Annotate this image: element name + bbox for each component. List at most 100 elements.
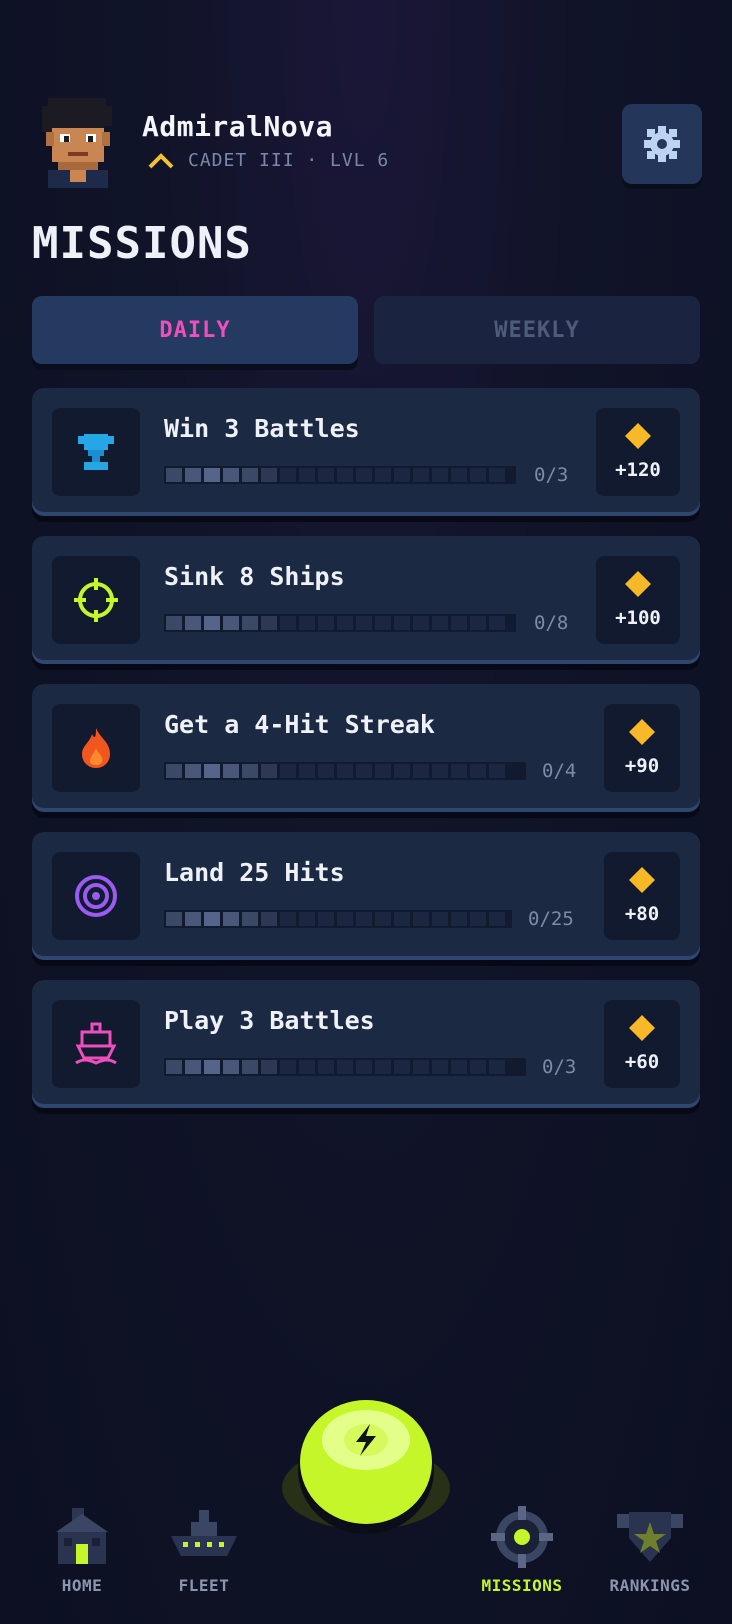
gem-icon <box>629 867 655 893</box>
progress-segment <box>204 616 220 630</box>
gem-icon <box>629 1015 655 1041</box>
mission-card[interactable]: Sink 8 Ships 0/8 +100 <box>32 536 700 660</box>
progress-segment <box>204 912 220 926</box>
progress-segment <box>413 616 429 630</box>
target-icon <box>75 875 117 917</box>
progress-segment <box>299 764 315 778</box>
progress-segment <box>185 1060 201 1074</box>
mission-reward: +100 <box>596 556 680 644</box>
progress-segment <box>318 912 334 926</box>
reward-value: +60 <box>624 1051 660 1073</box>
progress-segment <box>223 468 239 482</box>
mission-progress-bar <box>164 466 516 484</box>
gem-icon <box>625 571 651 597</box>
mission-icon-box <box>52 1000 140 1088</box>
missions-icon <box>491 1506 553 1568</box>
progress-segment <box>166 468 182 482</box>
mission-icon-box <box>52 704 140 792</box>
mission-title: Land 25 Hits <box>164 858 345 887</box>
progress-segment <box>261 616 277 630</box>
progress-segment <box>185 912 201 926</box>
mission-reward: +90 <box>604 704 680 792</box>
progress-segment <box>432 1060 448 1074</box>
mission-card[interactable]: Get a 4-Hit Streak 0/4 +90 <box>32 684 700 808</box>
play-battle-button[interactable] <box>282 1388 450 1538</box>
progress-segment <box>280 912 296 926</box>
progress-segment <box>261 764 277 778</box>
progress-segment <box>413 1060 429 1074</box>
progress-segment <box>470 1060 486 1074</box>
progress-segment <box>394 764 410 778</box>
progress-segment <box>242 616 258 630</box>
progress-segment <box>280 1060 296 1074</box>
progress-segment <box>204 468 220 482</box>
mission-card[interactable]: Play 3 Battles 0/3 +60 <box>32 980 700 1104</box>
tab-daily[interactable]: DAILY <box>32 296 358 364</box>
mission-icon-box <box>52 852 140 940</box>
progress-segment <box>337 764 353 778</box>
progress-segment <box>166 764 182 778</box>
progress-segment <box>223 616 239 630</box>
progress-segment <box>432 616 448 630</box>
progress-segment <box>375 764 391 778</box>
nav-home[interactable]: HOME <box>22 1506 142 1595</box>
progress-segment <box>470 764 486 778</box>
progress-segment <box>451 912 467 926</box>
mission-progress: 0/4 <box>542 760 577 782</box>
progress-segment <box>394 912 410 926</box>
nav-rankings-label: RANKINGS <box>609 1576 691 1595</box>
progress-segment <box>318 616 334 630</box>
progress-segment <box>394 1060 410 1074</box>
progress-segment <box>489 616 505 630</box>
avatar[interactable] <box>38 96 116 188</box>
progress-segment <box>299 616 315 630</box>
progress-segment <box>261 468 277 482</box>
progress-segment <box>432 468 448 482</box>
progress-segment <box>185 468 201 482</box>
home-icon <box>56 1508 108 1564</box>
progress-segment <box>242 764 258 778</box>
progress-segment <box>166 1060 182 1074</box>
progress-segment <box>261 1060 277 1074</box>
rank-label: CADET III · LVL 6 <box>188 150 390 171</box>
progress-segment <box>356 616 372 630</box>
gem-icon <box>625 423 651 449</box>
progress-segment <box>261 912 277 926</box>
progress-segment <box>299 912 315 926</box>
progress-segment <box>318 468 334 482</box>
reward-value: +120 <box>615 459 661 481</box>
progress-segment <box>337 1060 353 1074</box>
progress-segment <box>470 468 486 482</box>
mission-reward: +80 <box>604 852 680 940</box>
progress-segment <box>394 616 410 630</box>
progress-segment <box>375 616 391 630</box>
tab-weekly[interactable]: WEEKLY <box>374 296 700 364</box>
mission-progress-bar <box>164 1058 526 1076</box>
mission-card[interactable]: Land 25 Hits 0/25 +80 <box>32 832 700 956</box>
progress-segment <box>375 468 391 482</box>
progress-segment <box>375 1060 391 1074</box>
mission-tabs: DAILY WEEKLY <box>32 296 700 364</box>
mission-progress: 0/8 <box>534 612 569 634</box>
mission-progress-bar <box>164 762 526 780</box>
progress-segment <box>223 764 239 778</box>
progress-segment <box>280 616 296 630</box>
nav-fleet[interactable]: FLEET <box>144 1506 264 1595</box>
progress-segment <box>356 764 372 778</box>
fleet-icon <box>171 1510 237 1556</box>
progress-segment <box>356 1060 372 1074</box>
mission-card[interactable]: Win 3 Battles 0/3 +120 <box>32 388 700 512</box>
mission-title: Play 3 Battles <box>164 1006 375 1035</box>
username: AdmiralNova <box>142 110 333 143</box>
ship-icon <box>75 1022 117 1065</box>
progress-segment <box>489 468 505 482</box>
nav-rankings[interactable]: RANKINGS <box>590 1506 710 1595</box>
progress-segment <box>223 912 239 926</box>
settings-button[interactable] <box>622 104 702 184</box>
rankings-icon <box>617 1512 683 1562</box>
mission-progress-bar <box>164 910 512 928</box>
mission-reward: +60 <box>604 1000 680 1088</box>
nav-missions[interactable]: MISSIONS <box>462 1506 582 1595</box>
nav-fleet-label: FLEET <box>178 1576 230 1595</box>
crosshair-icon <box>74 578 118 622</box>
